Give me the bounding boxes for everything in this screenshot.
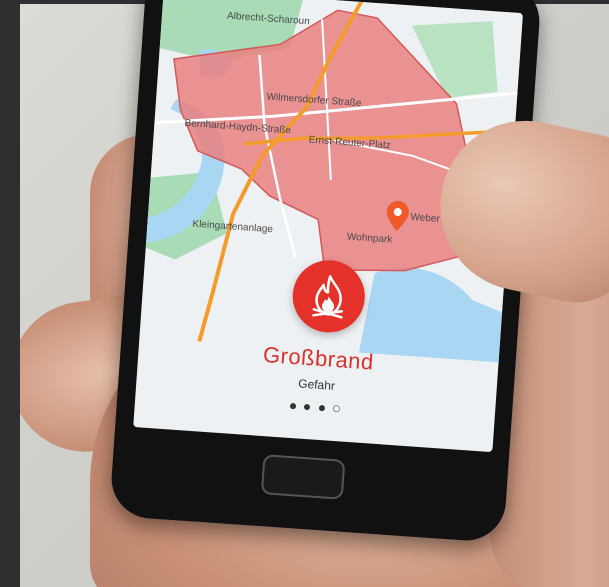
page-dot[interactable] <box>318 404 325 412</box>
phone-screen: Albrecht-Scharoun Kleingartenanlage Wilm… <box>133 0 523 453</box>
page-dot[interactable] <box>289 402 297 410</box>
page-dot[interactable] <box>304 403 311 411</box>
fire-icon <box>312 275 344 319</box>
left-border <box>0 0 20 587</box>
smartphone: Albrecht-Scharoun Kleingartenanlage Wilm… <box>108 0 543 544</box>
location-pin-icon[interactable] <box>386 200 410 231</box>
map-view[interactable]: Albrecht-Scharoun Kleingartenanlage Wilm… <box>139 0 523 363</box>
home-button[interactable] <box>260 454 346 500</box>
page-dot[interactable] <box>332 404 341 413</box>
